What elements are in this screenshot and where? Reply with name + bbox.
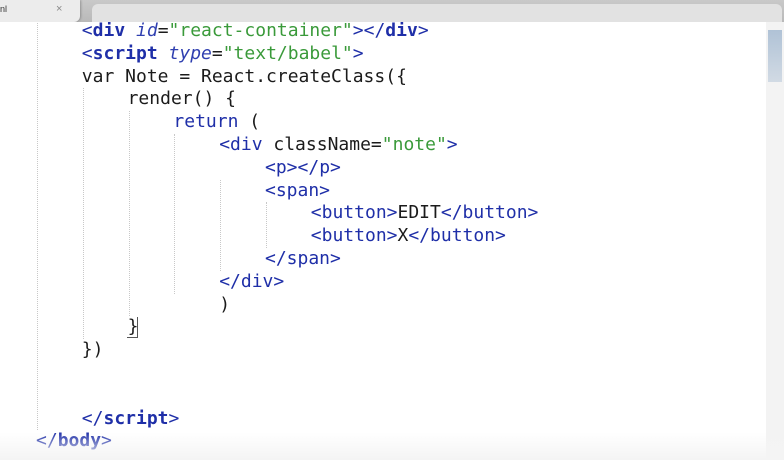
indent-guide xyxy=(266,202,267,248)
indent-guide xyxy=(220,179,222,271)
code-token: </ xyxy=(81,407,104,429)
code-token: script xyxy=(92,42,158,64)
close-icon[interactable]: × xyxy=(56,3,62,15)
bottom-fade xyxy=(0,432,784,460)
code-token: div xyxy=(385,22,418,41)
code-token: type xyxy=(168,42,212,64)
code-token: </span> xyxy=(265,248,341,269)
code-token: = xyxy=(211,42,223,64)
code-token: ( xyxy=(238,111,261,133)
code-line[interactable]: </script> xyxy=(82,408,180,430)
code-token: script xyxy=(103,407,169,429)
code-token: "note" xyxy=(381,134,447,155)
inactive-tab[interactable] xyxy=(92,4,782,22)
code-line[interactable]: <span> xyxy=(265,180,330,202)
code-token: < xyxy=(81,42,93,64)
tab-label: nl xyxy=(0,4,8,14)
code-line[interactable]: <script type="text/babel"> xyxy=(82,43,364,65)
editor-tab[interactable]: nl × xyxy=(0,0,80,22)
code-line[interactable]: <p></p> xyxy=(265,157,341,179)
code-line[interactable]: <button>X</button> xyxy=(311,225,506,247)
code-token: <button> xyxy=(310,202,398,224)
code-token: className= xyxy=(262,134,382,155)
code-token: id xyxy=(136,22,158,41)
code-token: <button> xyxy=(310,225,398,247)
code-token: </div> xyxy=(219,270,285,292)
text-cursor xyxy=(126,317,138,339)
code-token: </p> xyxy=(297,156,341,178)
code-line[interactable]: return ( xyxy=(173,111,260,133)
indent-guide xyxy=(128,111,130,317)
tab-bar: nl × xyxy=(0,0,784,23)
code-token: </button> xyxy=(440,202,539,224)
code-line[interactable]: <div className="note"> xyxy=(219,134,457,156)
code-token: > xyxy=(168,407,180,429)
indent-guide xyxy=(37,22,38,431)
code-token: > xyxy=(446,134,458,155)
code-line[interactable]: render() { xyxy=(128,88,236,110)
code-token: EDIT xyxy=(397,202,441,224)
code-token: X xyxy=(397,225,409,247)
code-token: }) xyxy=(81,339,104,361)
code-editor[interactable]: <div id="react-container"></div> <script … xyxy=(0,22,766,460)
code-token: > xyxy=(352,42,364,64)
code-token: <div xyxy=(219,134,263,155)
code-token: "react-container" xyxy=(168,22,353,41)
minimap[interactable] xyxy=(766,22,784,460)
code-token: render() { xyxy=(127,88,236,110)
code-token: </button> xyxy=(408,225,506,247)
code-token: "text/babel" xyxy=(222,42,353,64)
code-token: return xyxy=(173,111,239,133)
code-line[interactable]: }) xyxy=(82,339,104,361)
code-token: > xyxy=(352,22,364,41)
code-line[interactable]: <div id="react-container"></div> xyxy=(82,22,429,42)
code-token: <span> xyxy=(265,179,331,201)
code-line[interactable]: var Note = React.createClass({ xyxy=(82,66,407,88)
code-token: < xyxy=(81,22,93,41)
indent-guide xyxy=(82,88,84,340)
code-token: div xyxy=(92,22,126,41)
code-line[interactable]: ) xyxy=(219,294,230,316)
code-line[interactable]: <button>EDIT</button> xyxy=(311,202,539,224)
code-token: ) xyxy=(219,293,231,315)
code-token: <p> xyxy=(265,156,298,178)
code-token: = xyxy=(157,22,169,41)
code-token: var Note = React.createClass({ xyxy=(81,65,407,87)
indent-guide xyxy=(174,134,176,294)
code-line[interactable]: </span> xyxy=(265,248,341,270)
code-token: > xyxy=(417,22,429,41)
code-token: </ xyxy=(363,22,386,41)
code-line[interactable]: </div> xyxy=(219,271,284,293)
minimap-viewport[interactable] xyxy=(768,30,782,82)
